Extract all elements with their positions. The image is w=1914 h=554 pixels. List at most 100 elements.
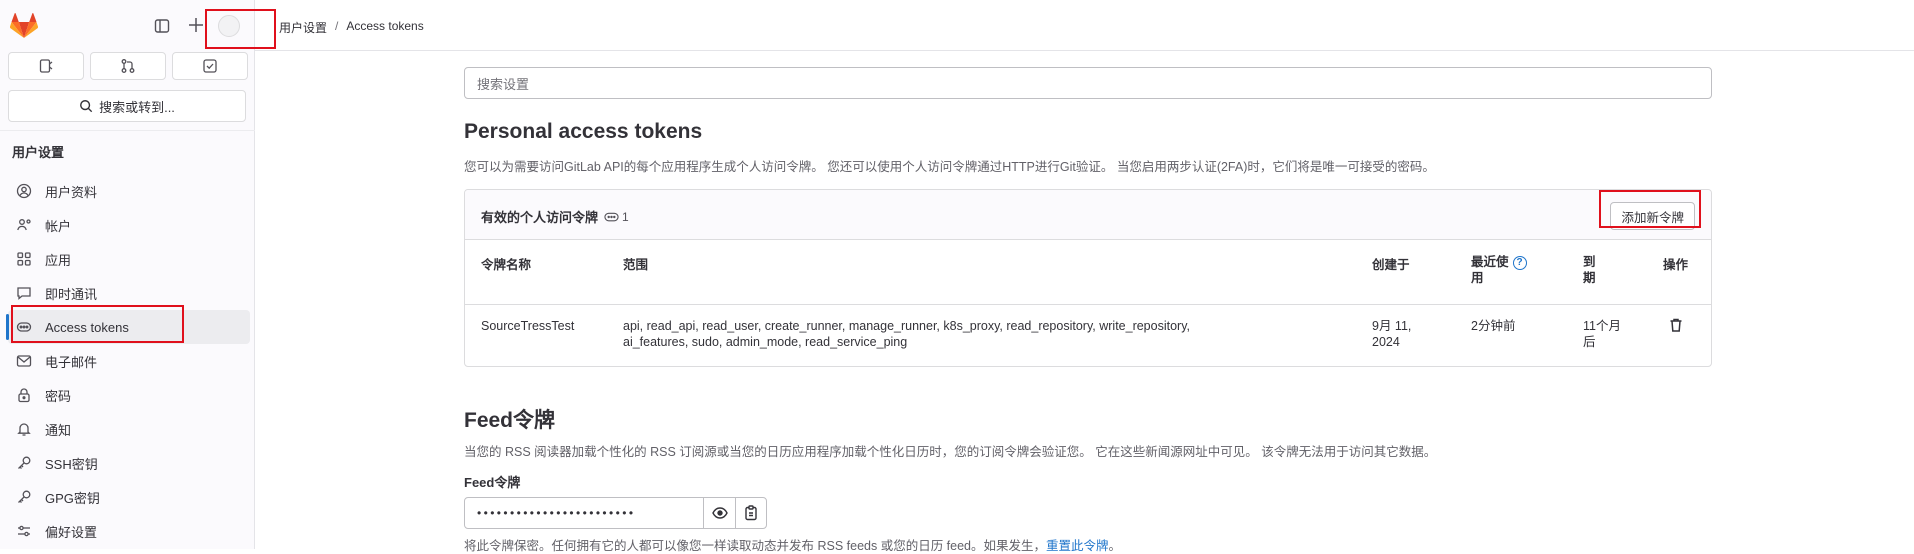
col-header-scope: 范围 xyxy=(623,258,649,272)
sidebar-heading: 用户设置 xyxy=(12,145,65,160)
sidebar-item-label: GPG密钥 xyxy=(45,490,100,506)
col-header-last-used-line2: 用 xyxy=(1471,271,1484,285)
sidebar-item-account[interactable]: 帐户 xyxy=(8,208,250,242)
merge-request-icon xyxy=(121,59,135,73)
pat-description: 您可以为需要访问GitLab API的每个应用程序生成个人访问令牌。 您还可以使… xyxy=(464,160,1435,174)
col-header-last-used: 最近使? 用 xyxy=(1471,254,1527,286)
sidebar-divider xyxy=(0,130,255,131)
todo-icon xyxy=(203,59,217,73)
col-header-expires: 到 期 xyxy=(1583,254,1596,286)
user-avatar[interactable] xyxy=(218,15,240,37)
token-scopes-line2: ai_features, sudo, admin_mode, read_serv… xyxy=(623,335,908,349)
table-row-divider xyxy=(465,304,1711,305)
quick-actions xyxy=(8,52,248,80)
sidebar-item-label: 应用 xyxy=(45,252,72,268)
applications-icon xyxy=(15,250,33,268)
col-header-expires-line1: 到 xyxy=(1583,255,1596,269)
breadcrumb-current[interactable]: Access tokens xyxy=(346,19,423,36)
col-header-last-used-line1: 最近使 xyxy=(1471,255,1509,269)
token-created: 9月 11, 2024 xyxy=(1372,318,1411,350)
copy-token-button[interactable] xyxy=(734,498,766,528)
feed-token-value[interactable]: •••••••••••••••••••••••• xyxy=(465,498,703,528)
todo-button[interactable] xyxy=(172,52,248,80)
card-title: 有效的个人访问令牌 1 xyxy=(481,207,629,226)
mail-icon xyxy=(15,352,33,370)
sidebar-item-chat[interactable]: 即时通讯 xyxy=(8,276,250,310)
feed-help-main: 将此令牌保密。任何拥有它的人都可以像您一样读取动态并发布 RSS feeds 或… xyxy=(464,539,1047,553)
token-expires-line1: 11个月 xyxy=(1583,319,1621,333)
token-scopes: api, read_api, read_user, create_runner,… xyxy=(623,318,1190,350)
lock-icon xyxy=(15,386,33,404)
sidebar-item-label: 电子邮件 xyxy=(45,354,98,370)
token-count: 1 xyxy=(622,209,629,224)
sidebar-item-label: Access tokens xyxy=(45,319,129,335)
chat-icon xyxy=(15,284,33,302)
search-button-label: 搜索或转到... xyxy=(99,99,175,115)
eye-icon xyxy=(711,507,728,519)
card-title-text: 有效的个人访问令牌 xyxy=(481,210,599,225)
feed-token-label: Feed令牌 xyxy=(464,475,521,490)
col-header-actions: 操作 xyxy=(1663,258,1689,272)
settings-search-placeholder: 搜索设置 xyxy=(477,76,530,92)
sidebar-item-label: 偏好设置 xyxy=(45,524,98,540)
sidebar-item-label: 通知 xyxy=(45,422,72,438)
feed-help-end: 。 xyxy=(1108,539,1122,553)
sidebar-item-label: 即时通讯 xyxy=(45,286,98,302)
feed-title: Feed令牌 xyxy=(464,409,556,432)
issues-icon xyxy=(39,59,53,73)
breadcrumb-separator: / xyxy=(335,19,339,33)
feed-token-field: •••••••••••••••••••••••• xyxy=(464,497,767,529)
sidebar-item-emails[interactable]: 电子邮件 xyxy=(8,344,250,378)
reset-token-link[interactable]: 重置此令牌 xyxy=(1046,539,1109,553)
token-created-line1: 9月 11, xyxy=(1372,319,1412,333)
key-icon xyxy=(15,488,33,506)
sidebar-item-access-tokens[interactable]: Access tokens xyxy=(6,310,250,344)
sidebar-nav: 用户资料 帐户 应用 即时通讯 Access tokens 电子邮件 密码 通知… xyxy=(6,174,250,548)
help-icon[interactable]: ? xyxy=(1512,255,1527,270)
sidebar-item-preferences[interactable]: 偏好设置 xyxy=(8,514,250,548)
sidebar-item-profile[interactable]: 用户资料 xyxy=(8,174,250,208)
profile-icon xyxy=(15,182,33,200)
merge-requests-button[interactable] xyxy=(90,52,166,80)
sidebar-item-notifications[interactable]: 通知 xyxy=(8,412,250,446)
token-scopes-line1: api, read_api, read_user, create_runner,… xyxy=(623,319,1190,333)
trash-icon xyxy=(1670,318,1682,332)
copy-icon xyxy=(745,505,757,521)
sidebar-item-ssh-keys[interactable]: SSH密钥 xyxy=(8,446,250,480)
feed-help-text: 将此令牌保密。任何拥有它的人都可以像您一样读取动态并发布 RSS feeds 或… xyxy=(464,535,1121,554)
sidebar-item-label: 帐户 xyxy=(45,218,72,234)
sidebar-item-applications[interactable]: 应用 xyxy=(8,242,250,276)
issues-button[interactable] xyxy=(8,52,84,80)
settings-search-input[interactable]: 搜索设置 xyxy=(464,67,1712,99)
active-tokens-card: 有效的个人访问令牌 1 添加新令牌 令牌名称 范围 创建于 最近使? 用 到 期… xyxy=(464,189,1712,367)
sidebar-item-label: 用户资料 xyxy=(45,184,98,200)
add-new-token-button[interactable]: 添加新令牌 xyxy=(1610,202,1695,230)
token-icon xyxy=(604,212,619,221)
sidebar-item-gpg-keys[interactable]: GPG密钥 xyxy=(8,480,250,514)
preferences-icon xyxy=(15,522,33,540)
col-header-name: 令牌名称 xyxy=(481,258,532,272)
feed-description: 当您的 RSS 阅读器加载个性化的 RSS 订阅源或当您的日历应用程序加载个性化… xyxy=(464,445,1437,459)
revoke-token-button[interactable] xyxy=(1668,317,1684,336)
token-name: SourceTressTest xyxy=(481,319,575,333)
sidebar-item-label: SSH密钥 xyxy=(45,456,98,472)
breadcrumb: 用户设置 / Access tokens xyxy=(279,19,424,36)
gitlab-logo-icon[interactable] xyxy=(10,13,38,39)
sidebar-topbar xyxy=(0,0,255,52)
search-icon xyxy=(80,100,93,113)
create-new-icon[interactable] xyxy=(185,14,207,36)
sidebar-item-password[interactable]: 密码 xyxy=(8,378,250,412)
sidebar: 搜索或转到... 用户设置 用户资料 帐户 应用 即时通讯 Access tok… xyxy=(0,0,276,549)
key-icon xyxy=(15,454,33,472)
token-created-line2: 2024 xyxy=(1372,335,1400,349)
col-header-expires-line2: 期 xyxy=(1583,271,1596,285)
toggle-sidebar-icon[interactable] xyxy=(152,16,172,36)
reveal-token-button[interactable] xyxy=(703,498,734,528)
breadcrumb-parent-link[interactable]: 用户设置 xyxy=(279,19,327,36)
sidebar-item-label: 密码 xyxy=(45,388,72,404)
token-expires-line2: 后 xyxy=(1583,335,1596,349)
token-count-badge: 1 xyxy=(604,210,629,224)
card-header: 有效的个人访问令牌 1 添加新令牌 xyxy=(465,190,1711,240)
pat-title: Personal access tokens xyxy=(464,120,703,143)
search-or-goto-button[interactable]: 搜索或转到... xyxy=(8,90,246,122)
